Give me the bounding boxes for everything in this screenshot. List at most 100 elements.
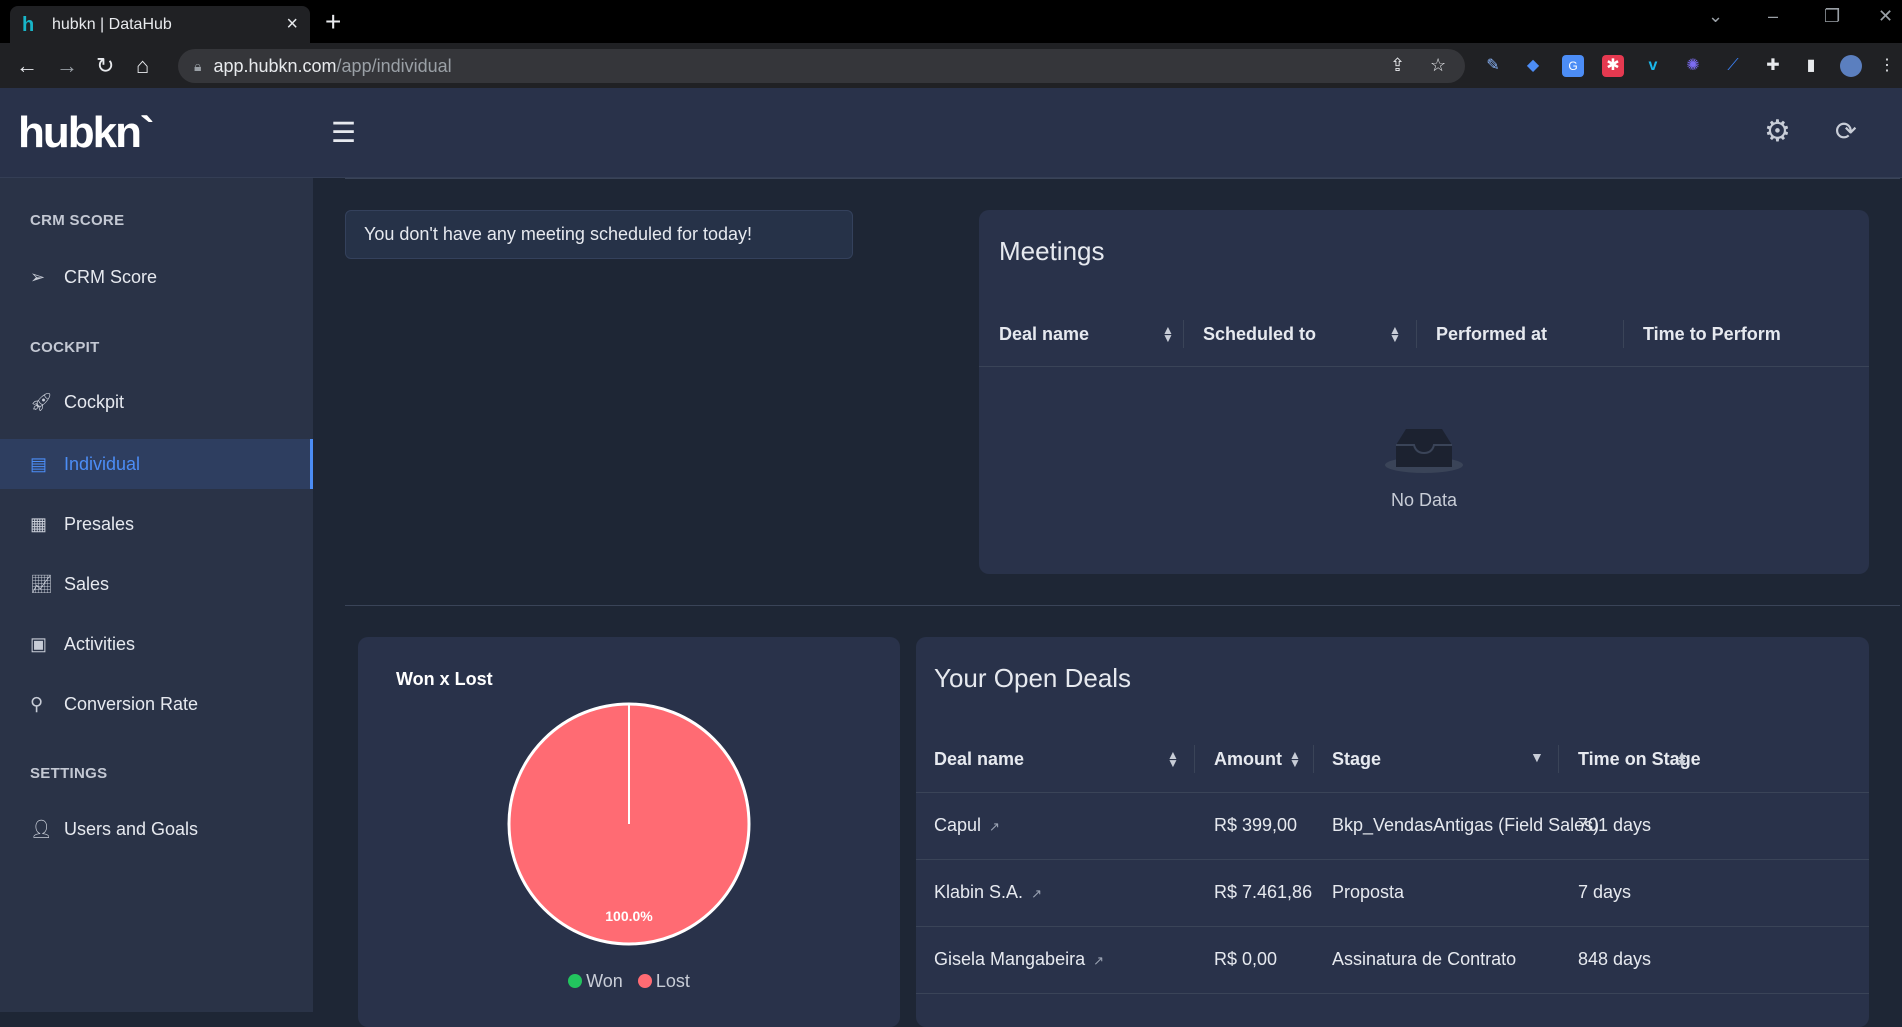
minimize-icon[interactable]: – (1768, 6, 1778, 27)
column-separator (1416, 320, 1417, 348)
close-window-icon[interactable]: ✕ (1878, 6, 1893, 27)
row-divider (916, 859, 1869, 860)
header-divider (979, 366, 1869, 367)
header-divider (916, 792, 1869, 793)
calendar-a-icon: ▦ (30, 513, 48, 534)
side-panel-icon[interactable]: ▮ (1800, 55, 1822, 77)
external-link-icon[interactable]: ↗ (1093, 953, 1104, 968)
sidebar-section-cockpit: COCKPIT (30, 339, 100, 356)
extension-pen-icon[interactable]: ✎ (1482, 55, 1504, 77)
sidebar-item-cockpit[interactable]: 🚀︎ Cockpit (0, 377, 313, 427)
sort-icon[interactable]: ▲ ▼ (1162, 324, 1174, 344)
won-lost-card: Won x Lost 100.0% Won Lost (358, 637, 900, 1027)
no-data-text: No Data (1390, 490, 1458, 510)
home-icon[interactable]: ⌂ (136, 53, 149, 79)
time-on-stage-cell: 848 days (1578, 949, 1652, 969)
filter-icon[interactable]: ▼ (1530, 750, 1544, 764)
profile-avatar[interactable] (1840, 55, 1862, 77)
back-icon[interactable]: ← (16, 53, 38, 79)
stage-cell: Proposta (1332, 882, 1405, 902)
external-link-icon[interactable]: ↗ (989, 819, 1000, 834)
column-separator (1558, 745, 1559, 773)
col-amount[interactable]: Amount (1214, 749, 1282, 770)
deal-name[interactable]: Klabin S.A. (934, 882, 1023, 902)
deal-name-cell[interactable]: Klabin S.A. ↗ (934, 882, 1042, 903)
extension-feather-icon[interactable]: ⟋ (1722, 55, 1744, 77)
pie-slice-label: 100.0% (605, 908, 653, 924)
column-separator (1194, 745, 1195, 773)
stage-cell: Bkp_VendasAntigas (Field Sales) (1332, 815, 1600, 835)
divider (345, 605, 1900, 606)
sidebar-item-label: Users and Goals (64, 818, 199, 839)
main-content: You don't have any meeting scheduled for… (313, 178, 1902, 1027)
sidebar-item-presales[interactable]: ▦ Presales (0, 499, 313, 549)
browser-toolbar: ← → ↻ ⌂ 🔒︎ app.hubkn.com/app/individual … (0, 43, 1902, 88)
forward-icon[interactable]: → (56, 53, 78, 79)
tab-search-icon[interactable]: ⌄ (1708, 6, 1723, 27)
extension-asterisk-icon[interactable]: ✺ (1682, 55, 1704, 77)
won-lost-title: Won x Lost (396, 669, 493, 689)
sort-icon[interactable]: ▲ ▼ (1676, 749, 1688, 769)
new-tab-icon[interactable]: + (325, 6, 341, 38)
column-separator (1183, 320, 1184, 348)
menu-collapse-icon[interactable]: ☰ (331, 116, 356, 149)
legend-item-lost[interactable]: Lost (637, 971, 690, 991)
sidebar-item-label: CRM Score (64, 266, 158, 287)
external-link-icon[interactable]: ↗ (1031, 886, 1042, 901)
column-separator (1623, 320, 1624, 348)
url-host: app.hubkn.com (213, 55, 337, 76)
sidebar-section-crm-score: CRM SCORE (30, 212, 125, 229)
col-scheduled-to[interactable]: Scheduled to (1203, 324, 1316, 345)
deal-name[interactable]: Capul (934, 815, 981, 835)
col-stage[interactable]: Stage (1332, 749, 1381, 770)
col-deal-name[interactable]: Deal name (999, 324, 1089, 345)
extension-translate-icon[interactable]: G (1562, 55, 1584, 77)
sidebar-item-crm-score[interactable]: ➢ CRM Score (0, 252, 313, 302)
restore-icon[interactable]: ❐ (1824, 6, 1840, 27)
sidebar-item-conversion-rate[interactable]: ⚲ Conversion Rate (0, 679, 313, 729)
row-divider (916, 926, 1869, 927)
legend-dot (637, 974, 652, 988)
deal-name[interactable]: Gisela Mangabeira (934, 949, 1085, 969)
sidebar-item-users-and-goals[interactable]: 👤︎ Users and Goals (0, 804, 313, 854)
logout-icon[interactable]: ⟳ (1835, 116, 1857, 147)
extension-vimeo-icon[interactable]: v (1642, 55, 1664, 77)
deal-name-cell[interactable]: Gisela Mangabeira ↗ (934, 949, 1104, 970)
extension-drop-icon[interactable]: ◆ (1522, 55, 1544, 77)
sort-icon[interactable]: ▲ ▼ (1389, 324, 1401, 344)
line-chart-icon: 📈︎ (30, 573, 53, 594)
legend-item-won[interactable]: Won (568, 971, 623, 991)
extension-red-icon[interactable]: ✱ (1602, 55, 1624, 77)
stage-cell: Assinatura de Contrato (1332, 949, 1517, 969)
sidebar-item-individual[interactable]: ▤ Individual (0, 439, 313, 489)
legend-label: Lost (655, 971, 690, 991)
sidebar-item-activities[interactable]: ▣ Activities (0, 619, 313, 669)
sort-icon[interactable]: ▲ ▼ (1289, 749, 1301, 769)
hubkn-logo[interactable]: hubkn` (18, 108, 155, 158)
url-path: /app/individual (336, 55, 452, 76)
settings-gear-icon[interactable]: ⚙ (1764, 114, 1791, 149)
open-deals-title: Your Open Deals (934, 663, 1132, 693)
send-icon: ➢ (30, 266, 46, 287)
browser-tab[interactable]: h hubkn | DataHub × (10, 6, 310, 43)
column-separator (1313, 745, 1314, 773)
sort-icon[interactable]: ▲ ▼ (1167, 749, 1179, 769)
bookmark-star-icon[interactable]: ☆ (1430, 55, 1446, 76)
extensions-puzzle-icon[interactable]: ✚ (1762, 55, 1784, 77)
col-deal-name[interactable]: Deal name (934, 749, 1024, 770)
reload-icon[interactable]: ↻ (96, 53, 114, 79)
sidebar-item-sales[interactable]: 📈︎ Sales (0, 559, 313, 609)
share-icon[interactable]: ⇪ (1390, 55, 1405, 76)
amount-cell: R$ 0,00 (1214, 949, 1278, 969)
tab-title: hubkn | DataHub (52, 15, 172, 33)
meetings-title: Meetings (999, 236, 1105, 266)
key-search-icon: ⚲ (30, 693, 44, 714)
deal-name-cell[interactable]: Capul ↗ (934, 815, 1000, 836)
amount-cell: R$ 7.461,86 (1214, 882, 1313, 902)
address-bar[interactable]: 🔒︎ app.hubkn.com/app/individual ⇪ ☆ (178, 49, 1465, 83)
document-user-icon: ▤ (30, 453, 48, 474)
sidebar-item-label: Sales (64, 573, 110, 594)
amount-cell: R$ 399,00 (1214, 815, 1298, 835)
browser-menu-icon[interactable]: ⋮ (1876, 55, 1898, 77)
close-tab-icon[interactable]: × (286, 13, 298, 36)
